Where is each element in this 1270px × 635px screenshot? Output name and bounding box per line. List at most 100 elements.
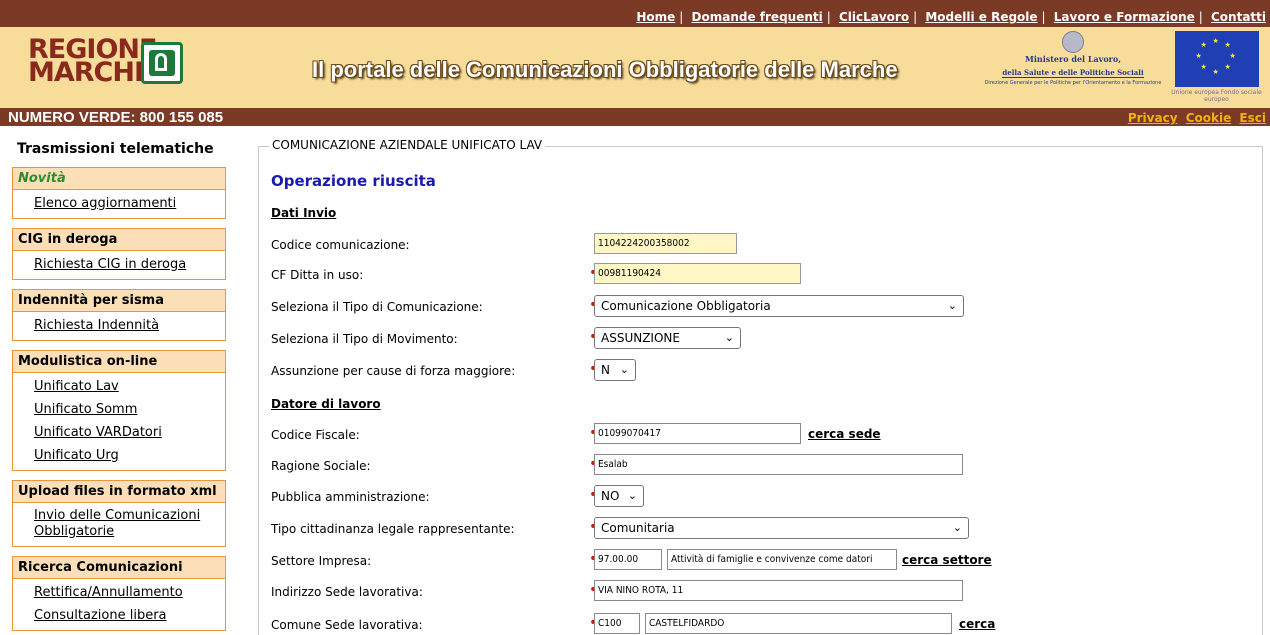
cerca-settore-link[interactable]: cerca settore: [902, 553, 992, 567]
privacy-link[interactable]: Privacy: [1128, 111, 1178, 125]
select-value: ASSUNZIONE: [601, 331, 680, 345]
sidebar-item-rettifica[interactable]: Rettifica/Annullamento: [34, 585, 183, 600]
field-label: Comune Sede lavorativa:: [271, 618, 423, 632]
field-label: Assunzione per cause di forza maggiore:: [271, 364, 516, 378]
cerca-comune-link[interactable]: cerca: [959, 617, 995, 631]
sidebar-section-upload: Upload files in formato xml Invio delle …: [12, 480, 226, 547]
row-codice-fiscale: Codice Fiscale: • 01099070417 cerca sede: [271, 423, 1251, 447]
row-cf-ditta: CF Ditta in uso: • 00981190424: [271, 263, 1251, 287]
sidebar-item-unificato-somm[interactable]: Unificato Somm: [34, 402, 137, 417]
tipo-comunicazione-select[interactable]: Comunicazione Obbligatoria ⌄: [594, 295, 964, 317]
ministero-line1: Ministero del Lavoro,: [1024, 54, 1121, 64]
cookie-link[interactable]: Cookie: [1186, 111, 1232, 125]
codice-fiscale-input[interactable]: 01099070417: [594, 423, 801, 444]
row-ragione-sociale: Ragione Sociale: • Esalab: [271, 454, 1251, 478]
chevron-down-icon: ⌄: [952, 521, 962, 534]
sidebar-item-unificato-lav[interactable]: Unificato Lav: [34, 379, 119, 394]
cittadinanza-select[interactable]: Comunitaria ⌄: [594, 517, 969, 539]
nav-home-link[interactable]: Home: [636, 10, 675, 24]
sidebar-section-sisma: Indennità per sisma Richiesta Indennità: [12, 289, 226, 341]
cf-ditta-field: 00981190424: [594, 263, 801, 284]
sidebar-item-elenco-aggiornamenti[interactable]: Elenco aggiornamenti: [34, 196, 176, 211]
portal-title: Il portale delle Comunicazioni Obbligato…: [312, 57, 898, 82]
row-forza-maggiore: Assunzione per cause di forza maggiore: …: [271, 359, 1251, 383]
nav-faq-link[interactable]: Domande frequenti: [692, 10, 823, 24]
select-value: N: [601, 363, 610, 377]
nav-modelli-link[interactable]: Modelli e Regole: [925, 10, 1037, 24]
indirizzo-input[interactable]: VIA NINO ROTA, 11: [594, 580, 963, 601]
ragione-sociale-input[interactable]: Esalab: [594, 454, 963, 475]
chevron-down-icon: ⌄: [947, 299, 957, 312]
sidebar-section-head: CIG in deroga: [13, 229, 225, 251]
nav-cliclavoro-link[interactable]: ClicLavoro: [839, 10, 909, 24]
select-value: Comunitaria: [601, 521, 675, 535]
forza-maggiore-select[interactable]: N ⌄: [594, 359, 636, 381]
sidebar-section-ricerca: Ricerca Comunicazioni Rettifica/Annullam…: [12, 556, 226, 631]
tipo-movimento-select[interactable]: ASSUNZIONE ⌄: [594, 327, 741, 349]
sidebar-section-head: Ricerca Comunicazioni: [13, 557, 225, 579]
cerca-sede-link[interactable]: cerca sede: [808, 427, 881, 441]
regione-marche-logo[interactable]: REGIONE MARCHE: [28, 36, 183, 86]
sidebar-section-modulistica: Modulistica on-line Unificato Lav Unific…: [12, 350, 226, 471]
sidebar-item-consultazione[interactable]: Consultazione libera: [34, 608, 167, 623]
top-navigation: Home | Domande frequenti | ClicLavoro | Mod…: [0, 0, 1270, 27]
esci-link[interactable]: Esci: [1239, 111, 1266, 125]
sidebar-section-cig: CIG in deroga Richiesta CIG in deroga: [12, 228, 226, 280]
codice-comunicazione-field: 1104224200358002: [594, 233, 737, 254]
eu-logo[interactable]: ★ ★ ★ ★ ★ ★ ★ ★ Unione europea Fondo sociale …: [1170, 31, 1263, 104]
field-label: Codice comunicazione:: [271, 238, 410, 252]
numero-verde: NUMERO VERDE: 800 155 085: [8, 109, 224, 126]
field-label: Tipo cittadinanza legale rappresentante:: [271, 522, 515, 536]
pubblica-amministrazione-select[interactable]: NO ⌄: [594, 485, 644, 507]
sidebar-item-unificato-urg[interactable]: Unificato Urg: [34, 448, 119, 463]
form-fieldset: COMUNICAZIONE AZIENDALE UNIFICATO LAV Op…: [258, 138, 1263, 635]
sidebar-section-novita: Novità Elenco aggiornamenti: [12, 167, 226, 219]
section-datore-lavoro: Datore di lavoro: [271, 397, 381, 411]
sidebar-item-richiesta-indennita[interactable]: Richiesta Indennità: [34, 318, 159, 333]
row-settore-impresa: Settore Impresa: • 97.00.00 Attività di …: [271, 549, 1251, 573]
nav-lavoro-formazione-link[interactable]: Lavoro e Formazione: [1054, 10, 1195, 24]
field-label: Codice Fiscale:: [271, 428, 360, 442]
sidebar-section-head: Novità: [13, 168, 225, 190]
field-label: Indirizzo Sede lavorativa:: [271, 585, 423, 599]
sidebar-section-head: Modulistica on-line: [13, 351, 225, 373]
sidebar-item-richiesta-cig[interactable]: Richiesta CIG in deroga: [34, 257, 186, 272]
row-pubblica-amministrazione: Pubblica amministrazione: • NO ⌄: [271, 485, 1251, 509]
row-tipo-movimento: Seleziona il Tipo di Movimento: • ASSUNZ…: [271, 327, 1251, 351]
field-label: CF Ditta in uso:: [271, 268, 364, 282]
chevron-down-icon: ⌄: [627, 489, 637, 502]
field-label: Seleziona il Tipo di Comunicazione:: [271, 300, 483, 314]
row-comune: Comune Sede lavorativa: • C100 CASTELFID…: [271, 613, 1251, 635]
row-cittadinanza: Tipo cittadinanza legale rappresentante:…: [271, 517, 1251, 541]
settore-description-input[interactable]: Attività di famiglie e convivenze come d…: [667, 549, 897, 570]
info-bar: NUMERO VERDE: 800 155 085 Privacy Cookie…: [0, 108, 1270, 126]
sidebar-item-unificato-vardatori[interactable]: Unificato VARDatori: [34, 425, 162, 440]
chevron-down-icon: ⌄: [619, 363, 629, 376]
form-legend: COMUNICAZIONE AZIENDALE UNIFICATO LAV: [269, 138, 546, 152]
top-links: Home | Domande frequenti | ClicLavoro | Mod…: [636, 10, 1266, 24]
sidebar-section-head: Indennità per sisma: [13, 290, 225, 312]
status-message: Operazione riuscita: [271, 172, 436, 190]
eu-caption: Unione europea Fondo sociale europeo: [1171, 89, 1262, 103]
select-value: Comunicazione Obbligatoria: [601, 299, 771, 313]
settore-code-input[interactable]: 97.00.00: [594, 549, 662, 570]
comune-code-input[interactable]: C100: [594, 613, 640, 634]
ministero-logo[interactable]: Ministero del Lavoro, della Salute e del…: [984, 31, 1162, 86]
comune-name-input[interactable]: CASTELFIDARDO: [645, 613, 952, 634]
row-indirizzo: Indirizzo Sede lavorativa: • VIA NINO RO…: [271, 580, 1251, 604]
sidebar-title: Trasmissioni telematiche: [17, 141, 214, 157]
republic-seal-icon: [1062, 31, 1084, 53]
row-codice-comunicazione: Codice comunicazione: 1104224200358002: [271, 233, 1251, 257]
ministero-line2: della Salute e delle Politiche Sociali: [1002, 68, 1144, 78]
eu-flag-icon: ★ ★ ★ ★ ★ ★ ★ ★: [1174, 31, 1259, 87]
nav-contatti-link[interactable]: Contatti: [1211, 10, 1266, 24]
field-label: Seleziona il Tipo di Movimento:: [271, 332, 458, 346]
sidebar-item-invio-comunicazioni[interactable]: Invio delle Comunicazioni Obbligatorie: [34, 508, 200, 539]
sidebar-section-head: Upload files in formato xml: [13, 481, 225, 503]
section-dati-invio: Dati Invio: [271, 206, 337, 220]
field-label: Pubblica amministrazione:: [271, 490, 430, 504]
chevron-down-icon: ⌄: [724, 331, 734, 344]
account-links: Privacy Cookie Esci: [1124, 111, 1266, 125]
regione-emblem-icon: [141, 42, 183, 84]
select-value: NO: [601, 489, 620, 503]
